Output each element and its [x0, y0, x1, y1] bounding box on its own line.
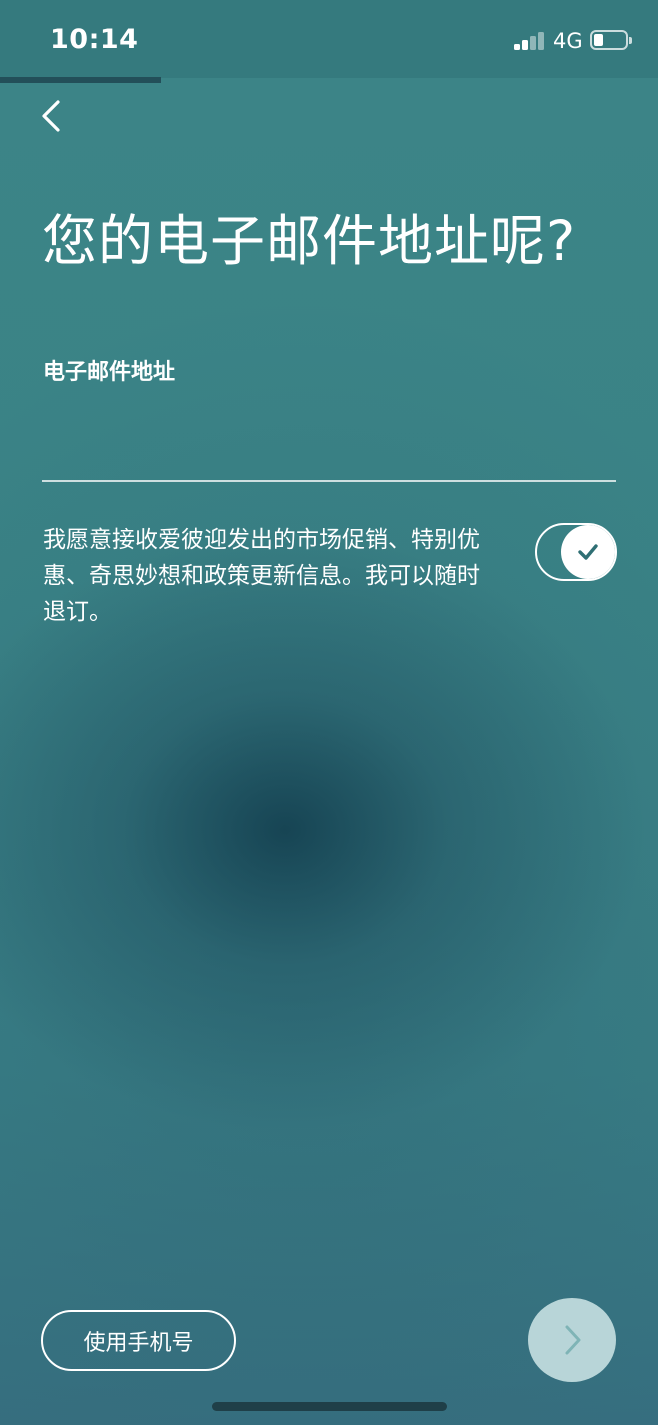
- checkmark-icon: [578, 544, 598, 560]
- use-phone-button[interactable]: 使用手机号: [41, 1310, 236, 1371]
- consent-toggle[interactable]: [535, 523, 617, 581]
- email-field[interactable]: [42, 400, 616, 480]
- network-label: 4G: [553, 29, 583, 53]
- chevron-left-icon: [42, 100, 60, 132]
- consent-text: 我愿意接收爱彼迎发出的市场促销、特别优惠、奇思妙想和政策更新信息。我可以随时退订…: [43, 527, 480, 625]
- signal-icon: [514, 32, 546, 50]
- toggle-knob: [561, 525, 615, 579]
- battery-level: [594, 34, 603, 46]
- battery-icon: [590, 30, 632, 50]
- home-indicator: [212, 1402, 447, 1411]
- next-button[interactable]: [528, 1298, 616, 1382]
- progress-fill: [0, 77, 162, 83]
- status-time: 10:14: [50, 24, 139, 55]
- back-button[interactable]: [30, 92, 74, 140]
- status-bar: 10:14 4G: [0, 0, 658, 78]
- email-label: 电子邮件地址: [43, 360, 176, 385]
- page-title: 您的电子邮件地址呢?: [42, 209, 577, 273]
- chevron-right-icon: [565, 1325, 581, 1355]
- progress-bar: [0, 77, 658, 83]
- email-underline: [42, 480, 616, 482]
